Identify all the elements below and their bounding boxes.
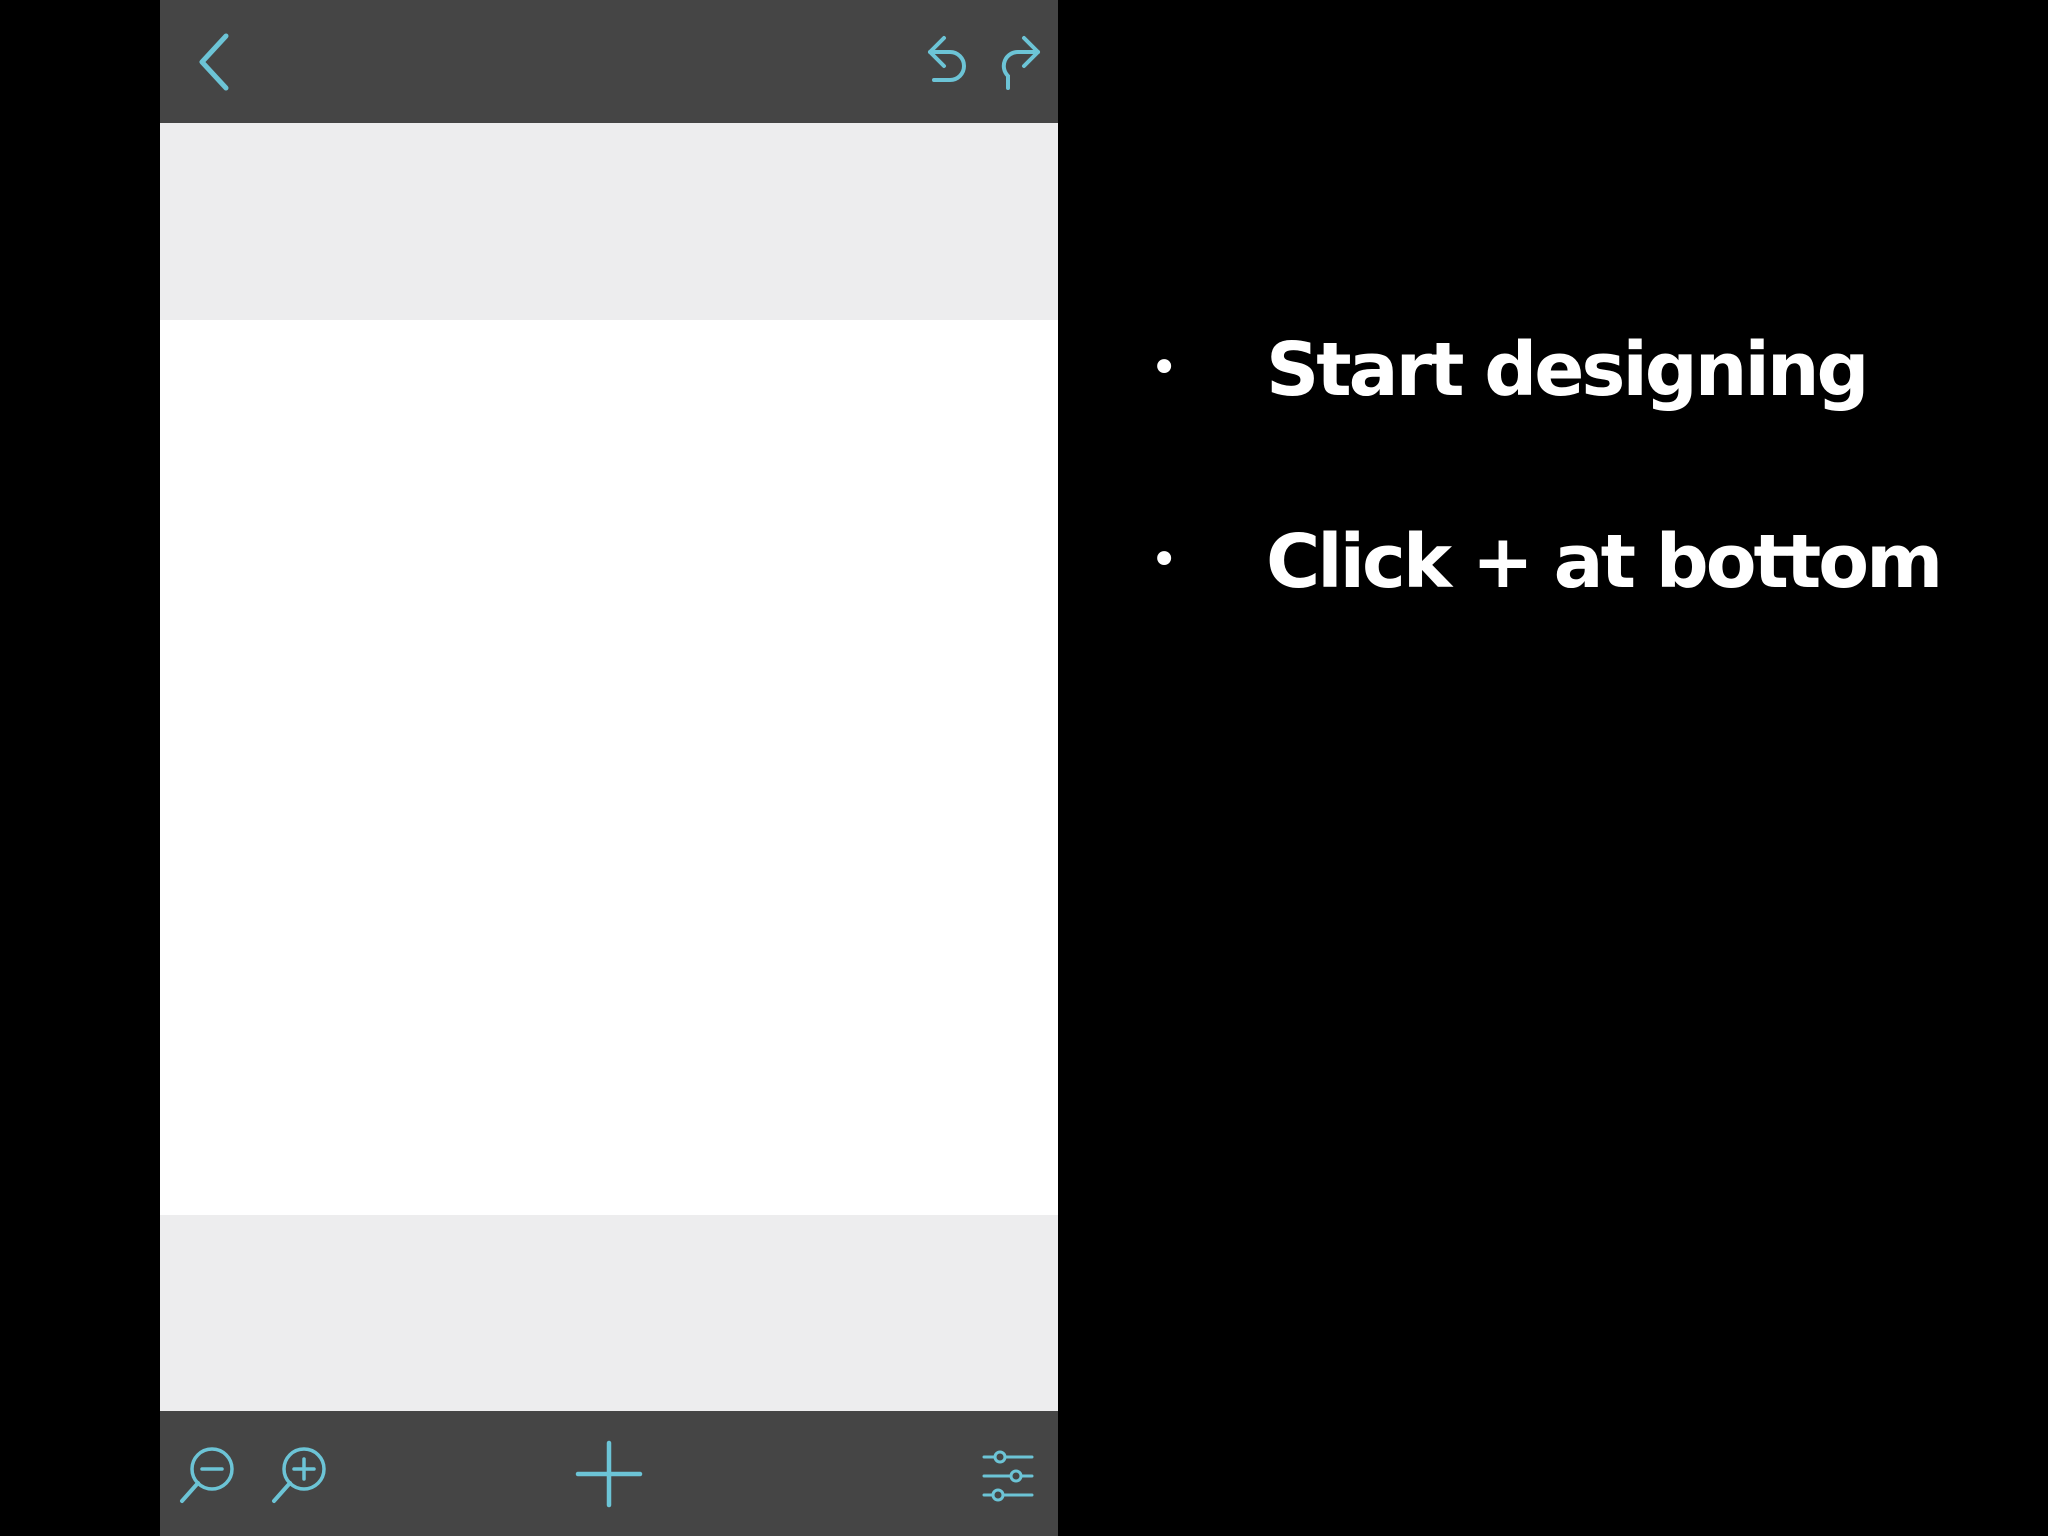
settings-button[interactable] (982, 1449, 1034, 1503)
instruction-text: Click + at bottom (1266, 519, 1943, 605)
instruction-list: • Start designing • Click + at bottom (1150, 330, 2010, 714)
undo-icon (928, 36, 966, 82)
canvas-area[interactable] (160, 123, 1058, 1411)
zoom-in-icon (272, 1447, 326, 1503)
bullet-marker: • (1150, 340, 1179, 396)
chevron-left-icon (199, 33, 229, 91)
zoom-in-button[interactable] (270, 1445, 330, 1505)
redo-icon (1001, 36, 1040, 90)
tutorial-slide: • Start designing • Click + at bottom (0, 0, 2048, 1536)
zoom-out-icon (180, 1447, 234, 1503)
sliders-icon (982, 1450, 1034, 1502)
add-element-button[interactable] (574, 1439, 644, 1509)
plus-icon (575, 1440, 643, 1508)
top-toolbar (160, 0, 1058, 123)
back-button[interactable] (194, 30, 234, 94)
redo-button[interactable] (996, 32, 1046, 92)
instruction-item: • Click + at bottom (1150, 522, 2010, 602)
artboard[interactable] (160, 320, 1058, 1215)
app-screenshot (160, 0, 1058, 1536)
bullet-marker: • (1150, 532, 1179, 588)
instruction-item: • Start designing (1150, 330, 2010, 410)
undo-button[interactable] (922, 32, 972, 92)
zoom-out-button[interactable] (178, 1445, 238, 1505)
bottom-toolbar (160, 1411, 1058, 1536)
instruction-text: Start designing (1266, 327, 1869, 413)
